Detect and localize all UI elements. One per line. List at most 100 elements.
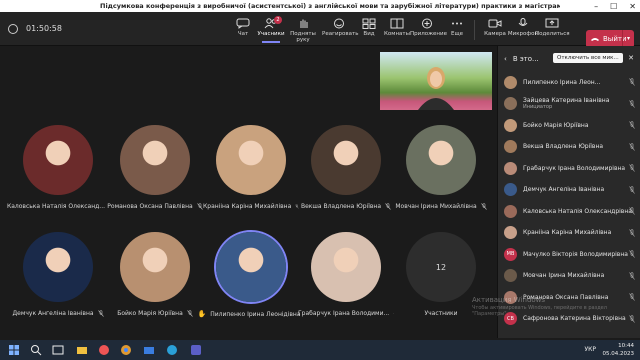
chat-icon	[236, 18, 250, 29]
mic-off-icon	[385, 203, 391, 210]
rooms-icon	[390, 18, 404, 29]
media-player-icon[interactable]	[98, 344, 110, 356]
close-button[interactable]: ✕	[629, 2, 636, 11]
participant-avatar	[504, 97, 517, 110]
participant-tile[interactable]: Кранііна Каріна Михайлівна	[203, 125, 299, 210]
participant-avatar	[406, 125, 476, 195]
participant-name: Каловська Наталія Олександ...	[6, 203, 106, 210]
mic-off-icon	[629, 228, 635, 237]
participant-name: Грабарчук Ірана Володими...	[298, 310, 390, 317]
participant-name: Бойко Марія Юріївна	[117, 310, 183, 317]
participant-list-item[interactable]: Бойко Марія Юріївна	[498, 115, 640, 135]
participant-avatar	[311, 232, 381, 302]
participant-list-item[interactable]: МВ Мачулко Вікторія Володимирівна	[498, 244, 640, 264]
search-icon[interactable]	[30, 344, 42, 356]
participant-avatar	[504, 118, 517, 132]
participant-name: Векша Владлена Юріївна	[300, 203, 382, 210]
more-button[interactable]: Еще	[440, 18, 474, 37]
mail-icon[interactable]	[143, 344, 155, 356]
participant-list-item[interactable]: Грабарчук Ірана Володимирівна	[498, 158, 640, 178]
chevron-left-icon[interactable]: ‹	[504, 55, 507, 63]
mute-all-tooltip: Отключить все мик...	[553, 53, 623, 63]
mic-off-icon	[629, 250, 635, 258]
meeting-toolbar: 01:50:58 Чат 2 Учасники Подняты руку Реа…	[0, 12, 640, 48]
participant-name: Зайцева Катерина Іванівна	[523, 97, 610, 104]
participant-name: Грабарчук Ірана Володимирівна	[523, 164, 626, 172]
participant-avatar	[504, 75, 517, 89]
participant-avatar	[216, 232, 286, 302]
raise-hand-icon	[300, 19, 308, 28]
mic-icon	[518, 18, 528, 26]
camera-icon	[488, 19, 502, 28]
participant-tile[interactable]: Грабарчук Ірана Володими...	[298, 232, 394, 317]
participant-tile[interactable]: Бойко Марія Юріївна	[107, 232, 203, 317]
phone-icon	[591, 38, 599, 41]
participant-name: Мовчан Ірина Михайлівна	[523, 272, 605, 279]
participant-name: Векша Владлена Юріївна	[523, 143, 604, 150]
participant-name: Романова Оксана Павлівна	[107, 203, 193, 210]
mic-off-icon	[629, 142, 635, 151]
participant-name: Демчук Ангеліна Іванівна	[12, 310, 94, 317]
participant-tile[interactable]: Демчук Ангеліна Іванівна	[10, 232, 106, 317]
mic-off-icon	[629, 121, 635, 129]
language-indicator[interactable]: УКР	[584, 346, 596, 353]
participant-avatar	[504, 226, 517, 239]
apps-icon	[422, 18, 432, 29]
participant-avatar	[23, 125, 93, 195]
participant-list-item[interactable]: Демчук Ангеліна Іванівна	[498, 180, 640, 200]
participant-name: Демчук Ангеліна Іванівна	[523, 186, 605, 193]
raise-hand-button[interactable]: Подняты руку	[286, 18, 320, 43]
mic-off-icon	[480, 203, 487, 210]
teams-icon[interactable]	[190, 344, 202, 356]
file-explorer-icon[interactable]	[76, 344, 88, 356]
participants-panel: ‹ В это... Отключить все мик... ✕ Пилипе…	[497, 46, 640, 338]
react-icon	[334, 18, 344, 29]
shield-icon	[8, 24, 18, 34]
participant-list-item[interactable]: Каловська Наталія Олександрівна	[498, 201, 640, 221]
close-icon[interactable]: ✕	[628, 54, 634, 62]
participant-avatar	[504, 140, 517, 153]
participant-list-item[interactable]: Векша Владлена Юріївна	[498, 137, 640, 157]
participant-tile[interactable]: Мовчан Ірина Михайлівна	[393, 125, 489, 210]
maximize-button[interactable]: ☐	[610, 2, 617, 11]
activation-watermark: Активация Windows	[472, 296, 546, 304]
participants-button[interactable]: 2 Учасники	[254, 16, 288, 43]
participant-tile[interactable]: Романова Оксана Павлівна	[107, 125, 203, 210]
react-button[interactable]: Реагировать	[322, 18, 358, 37]
clock[interactable]: 10:44 05.04.2023	[603, 342, 635, 358]
participant-list-item[interactable]: Зайцева Катерина Іванівна Инициатор	[498, 94, 640, 114]
task-view-icon[interactable]	[52, 344, 64, 356]
share-icon	[545, 18, 559, 28]
mic-off-icon	[97, 310, 104, 317]
participant-tile[interactable]: Векша Владлена Юріївна	[298, 125, 394, 210]
panel-heading: В это...	[512, 55, 539, 63]
chrome-icon[interactable]	[120, 344, 132, 356]
participant-avatar	[23, 232, 93, 302]
participant-list-item[interactable]: Пилипенко Ірина Леон...	[498, 72, 640, 92]
participant-name: Мачулко Вікторія Володимирівна	[523, 250, 628, 258]
participant-avatar	[504, 269, 517, 282]
window-title: Підсумкова конференція з виробничої (аси…	[100, 2, 560, 10]
rooms-button[interactable]: Комнаты	[380, 18, 414, 37]
participant-name: Каловська Наталія Олександрівна	[523, 207, 632, 215]
participant-list-item[interactable]: Кранііна Каріна Михайлівна	[498, 223, 640, 243]
person-video	[418, 67, 454, 110]
participant-list-item[interactable]: Мовчан Ірина Михайлівна	[498, 266, 640, 286]
mic-off-icon	[629, 293, 635, 301]
mic-off-icon	[629, 185, 635, 194]
participant-tile[interactable]: ✋ Пилипенко Ірина Леонідівна	[198, 232, 301, 318]
edge-icon[interactable]	[166, 344, 178, 356]
participant-name: Кранііна Каріна Михайлівна	[523, 229, 612, 236]
participant-name: Бойко Марія Юріївна	[523, 121, 589, 129]
mic-off-icon	[629, 271, 635, 280]
share-button[interactable]: Поделиться	[535, 18, 570, 37]
taskbar: УКР 10:44 05.04.2023	[0, 340, 640, 360]
participant-name: Мовчан Ірина Михайлівна	[395, 203, 477, 210]
more-participants-circle[interactable]: 12	[406, 232, 476, 302]
windows-start-icon[interactable]	[8, 344, 20, 356]
participant-tile[interactable]: Каловська Наталія Олександ...	[6, 125, 106, 210]
participant-name: Участники	[424, 310, 458, 317]
mic-off-icon	[629, 164, 635, 172]
apps-button[interactable]: Приложение	[410, 18, 447, 37]
minimize-button[interactable]: –	[594, 2, 598, 11]
